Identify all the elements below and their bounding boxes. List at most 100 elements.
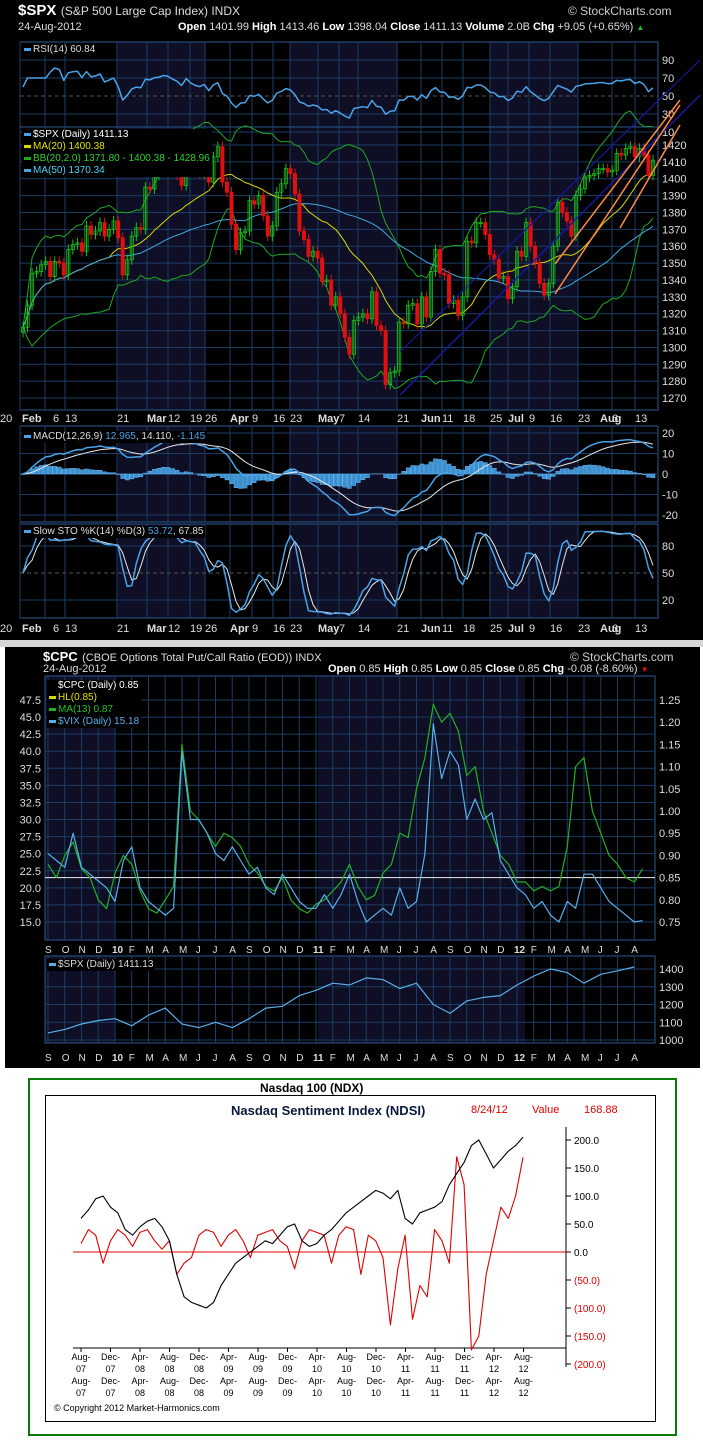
candle-body: [619, 153, 624, 156]
close-label: Close: [390, 21, 421, 33]
x-tick-label: Aug-08: [159, 1352, 179, 1374]
y-tick-label: (100.0): [574, 1304, 606, 1315]
sto-tick-label: 20: [662, 595, 674, 607]
x-tick-label: M: [581, 945, 589, 956]
candle-body: [320, 257, 325, 283]
candle-body: [61, 262, 66, 276]
candle-body: [487, 234, 492, 256]
x-tick-label: D: [296, 1053, 303, 1064]
x-tick-label: 10: [112, 1053, 124, 1064]
x-tick-label: 9: [529, 413, 535, 425]
cpc-tick-label: 0.85: [659, 873, 680, 885]
x-tick-label: O: [62, 1053, 70, 1064]
x-tick-label: Apr: [230, 413, 250, 425]
macd-histogram-bar: [510, 473, 515, 479]
x-tick-label: 14: [358, 623, 370, 635]
macd-histogram-bar: [66, 468, 71, 475]
vix-tick-label: 27.5: [20, 832, 41, 844]
x-tick-label: M: [179, 945, 187, 956]
macd-histogram-bar: [455, 469, 461, 475]
down-triangle-icon: ▼: [640, 665, 649, 674]
macd-histogram-bar: [102, 471, 107, 475]
x-tick-label: 12: [514, 1053, 526, 1064]
macd-histogram-bar: [564, 468, 570, 475]
candle-body: [220, 146, 225, 183]
x-tick-label: J: [397, 945, 402, 956]
x-tick-label: 6: [612, 623, 618, 635]
x-tick-label: O: [263, 945, 271, 956]
x-tick-label: O: [464, 945, 472, 956]
ndsi-title: Nasdaq Sentiment Index (NDSI): [231, 1103, 426, 1118]
ma20-legend-item: MA(20) 1400.38: [22, 141, 212, 153]
sto-legend: Slow STO %K(14) %D(3) 53.72, 67.85: [22, 526, 206, 538]
vix-tick-label: 40.0: [20, 746, 41, 758]
spx-chart-svg: 9070503010127012801290130013101320133013…: [0, 41, 701, 635]
spx-name: (S&P 500 Large Cap Index) INDX: [60, 4, 241, 18]
month-shade-band: [490, 524, 578, 618]
macd-legend: MACD(12,26,9) 12.965, 14.110, -1.145: [22, 431, 208, 443]
x-tick-label: 7: [339, 623, 345, 635]
ma13-legend-item: MA(13) 0.87: [47, 704, 142, 716]
ndsi-chart-frame: Nasdaq 100 (NDX) 200.0 150.0 100.0 50.0 0.0 (…: [28, 1078, 677, 1436]
x-tick-label: N: [481, 1053, 488, 1064]
ndx-outer-title: Nasdaq 100 (NDX): [260, 1081, 364, 1095]
candle-body: [496, 259, 501, 279]
macd-histogram-bar: [451, 466, 456, 475]
bb-swatch-icon: [24, 156, 31, 160]
candle-body: [48, 261, 53, 277]
x-tick-label: Feb: [22, 413, 42, 425]
macd-histogram-bar: [646, 473, 651, 478]
hl-legend-text: HL(0.85): [58, 692, 97, 703]
x-tick-label: Dec-11: [454, 1352, 474, 1374]
candle-body: [379, 325, 384, 331]
x-tick-label: Apr-11: [396, 1376, 414, 1398]
x-tick-label: O: [62, 945, 70, 956]
month-shade-band: [290, 524, 397, 618]
x-tick-label: F: [330, 945, 336, 956]
x-tick-label: A: [229, 1053, 236, 1064]
x-tick-label: M: [347, 945, 355, 956]
x-tick-label: 25: [490, 413, 502, 425]
macd-legend-name: MACD(12,26,9): [33, 431, 103, 442]
cpc-open: 0.85: [359, 663, 381, 675]
spx-date: 24-Aug-2012: [18, 21, 82, 33]
x-tick-label: F: [129, 1053, 135, 1064]
x-tick-label: Aug-07: [71, 1376, 91, 1398]
x-tick-label: D: [296, 945, 303, 956]
macd-histogram-bar: [75, 468, 80, 475]
macd-histogram-bar: [333, 473, 338, 487]
ndsi-date: 8/24/12: [471, 1104, 508, 1116]
macd-histogram-bar: [492, 468, 497, 475]
macd-histogram-bar: [188, 472, 193, 475]
x-tick-label: Dec-08: [189, 1376, 209, 1398]
macd-histogram-bar: [165, 467, 171, 475]
macd-histogram-bar: [428, 461, 434, 475]
open-value: 1401.99: [209, 21, 249, 33]
macd-histogram-bar: [84, 468, 89, 475]
x-tick-label: J: [598, 945, 603, 956]
macd-histogram-bar: [338, 473, 343, 487]
month-shade-band: [490, 127, 578, 410]
sto-d-value: , 67.85: [172, 526, 204, 537]
x-tick-label: 11: [442, 623, 453, 635]
macd-histogram-bar: [97, 470, 103, 475]
x-tick-label: A: [363, 945, 370, 956]
vix-tick-label: 47.5: [20, 695, 41, 707]
candle-body: [560, 201, 565, 213]
macd-histogram-bar: [202, 473, 207, 477]
spx-small-swatch-icon: [49, 962, 56, 966]
macd-histogram-bar: [120, 473, 125, 479]
x-tick-label: J: [196, 1053, 201, 1064]
macd-histogram-bar: [546, 473, 552, 480]
x-tick-label: 23: [290, 623, 302, 635]
cpc-low: 0.85: [460, 663, 483, 675]
macd-histogram-bar: [111, 472, 116, 475]
sto-tick-label: 50: [662, 568, 674, 580]
price-legend: $SPX (Daily) 1411.13 MA(20) 1400.38 BB(2…: [22, 129, 212, 177]
price-legend-item: $SPX (Daily) 1411.13: [22, 129, 212, 141]
x-tick-label: 26: [205, 623, 217, 635]
chg-value: +9.05 (+0.65%): [557, 21, 634, 33]
x-tick-label: Apr-08: [131, 1376, 149, 1398]
x-tick-label: 20: [0, 623, 12, 635]
x-tick-label: Aug-07: [71, 1352, 91, 1374]
